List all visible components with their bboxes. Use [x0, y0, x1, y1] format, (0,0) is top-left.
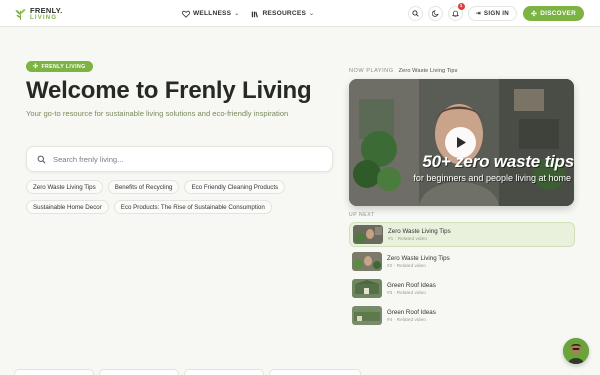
chevron-down-icon: ⌄: [234, 11, 240, 17]
video-thumbnail: [352, 279, 382, 298]
list-item[interactable]: Zero Waste Living Tips #1 · Related vide…: [349, 222, 575, 247]
bell-icon: [451, 10, 459, 17]
hero-badge-label: FRENLY LIVING: [41, 63, 86, 70]
play-icon: [456, 137, 466, 148]
list-item-meta: #3 · Related video: [387, 290, 426, 296]
list-item[interactable]: Green Roof Ideas #4 · Related video: [349, 303, 575, 328]
notifications-button[interactable]: 1: [447, 3, 465, 21]
heart-icon: [182, 10, 190, 18]
bottom-card-strip: [14, 369, 366, 375]
content-card[interactable]: [99, 369, 179, 375]
avatar: [563, 338, 589, 364]
suggestion-chip[interactable]: Zero Waste Living Tips: [26, 180, 103, 194]
content-card[interactable]: [14, 369, 94, 375]
sign-in-button[interactable]: ⇥ SIGN IN: [467, 6, 518, 21]
content-card[interactable]: [184, 369, 264, 375]
list-item-title: Green Roof Ideas: [387, 308, 436, 316]
video-player[interactable]: 50+ zero waste tips for beginners and pe…: [349, 79, 574, 206]
sparkle-icon: ✣: [33, 64, 39, 70]
theme-toggle-button[interactable]: [427, 6, 443, 21]
list-item[interactable]: Green Roof Ideas #3 · Related video: [349, 276, 575, 301]
now-playing-caption: NOW PLAYING: [349, 68, 394, 74]
search-bar: [26, 146, 333, 172]
suggestion-chips: Zero Waste Living Tips Benefits of Recyc…: [26, 180, 326, 220]
brand-tagline: LIVING: [30, 15, 58, 22]
list-item[interactable]: Zero Waste Living Tips #2 · Related vide…: [349, 249, 575, 274]
page-subtitle: Your go-to resource for sustainable livi…: [26, 109, 289, 118]
search-icon: [37, 155, 46, 163]
sign-in-label: SIGN IN: [483, 10, 510, 17]
page-title: Welcome to Frenly Living: [26, 77, 312, 104]
discover-label: DISCOVER: [540, 10, 576, 17]
list-item-title: Zero Waste Living Tips: [388, 227, 451, 235]
suggestion-chip[interactable]: Eco Friendly Cleaning Products: [184, 180, 286, 194]
suggestion-chip[interactable]: Eco Products: The Rise of Sustainable Co…: [113, 200, 272, 214]
content-card[interactable]: [269, 369, 361, 375]
discover-button[interactable]: ✣ DISCOVER: [523, 6, 584, 21]
sparkle-icon: ✣: [531, 10, 538, 18]
nav-resources[interactable]: RESOURCES ⌄: [251, 10, 314, 18]
search-button[interactable]: [407, 6, 423, 21]
list-item-title: Green Roof Ideas: [387, 281, 436, 289]
hero-badge: ✣ FRENLY LIVING: [26, 61, 93, 72]
main-nav: WELLNESS ⌄ RESOURCES ⌄: [182, 0, 326, 27]
up-next-label: UP NEXT: [349, 212, 375, 218]
nav-wellness-label: WELLNESS: [193, 10, 232, 17]
brand-logo[interactable]: FRENLY. LIVING: [14, 5, 63, 23]
top-navbar: FRENLY. LIVING WELLNESS ⌄ RESOURCES ⌄ 1 …: [0, 0, 600, 27]
list-item-meta: #1 · Related video: [388, 236, 427, 242]
video-overlay-title: 50+ zero waste tips: [422, 152, 574, 171]
brand-name: FRENLY.: [30, 5, 63, 15]
video-thumbnail: [352, 252, 382, 271]
suggestion-chip[interactable]: Sustainable Home Decor: [26, 200, 109, 214]
list-item-title: Zero Waste Living Tips: [387, 254, 450, 262]
video-overlay-subtitle: for beginners and people living at home: [413, 173, 571, 183]
search-input[interactable]: [53, 154, 313, 164]
up-next-list: Zero Waste Living Tips #1 · Related vide…: [349, 222, 575, 330]
list-item-meta: #4 · Related video: [387, 317, 426, 323]
header-actions: 1 ⇥ SIGN IN ✣ DISCOVER: [407, 3, 584, 22]
leaf-logo-icon: [14, 8, 27, 21]
nav-wellness[interactable]: WELLNESS ⌄: [182, 10, 239, 18]
now-playing-label: NOW PLAYING Zero Waste Living Tips: [349, 68, 458, 74]
now-playing-title: Zero Waste Living Tips: [398, 68, 458, 74]
moon-icon: [431, 10, 439, 17]
suggestion-chip[interactable]: Benefits of Recycling: [107, 180, 180, 194]
search-icon: [411, 10, 419, 17]
list-item-meta: #2 · Related video: [387, 263, 426, 269]
library-icon: [251, 10, 259, 18]
video-thumbnail: [353, 225, 383, 244]
nav-resources-label: RESOURCES: [262, 10, 307, 17]
chevron-down-icon: ⌄: [309, 11, 315, 17]
notification-count-badge: 1: [457, 3, 465, 10]
video-thumbnail: [352, 306, 382, 325]
sign-in-icon: ⇥: [475, 11, 481, 17]
assistant-avatar-button[interactable]: [563, 338, 589, 364]
